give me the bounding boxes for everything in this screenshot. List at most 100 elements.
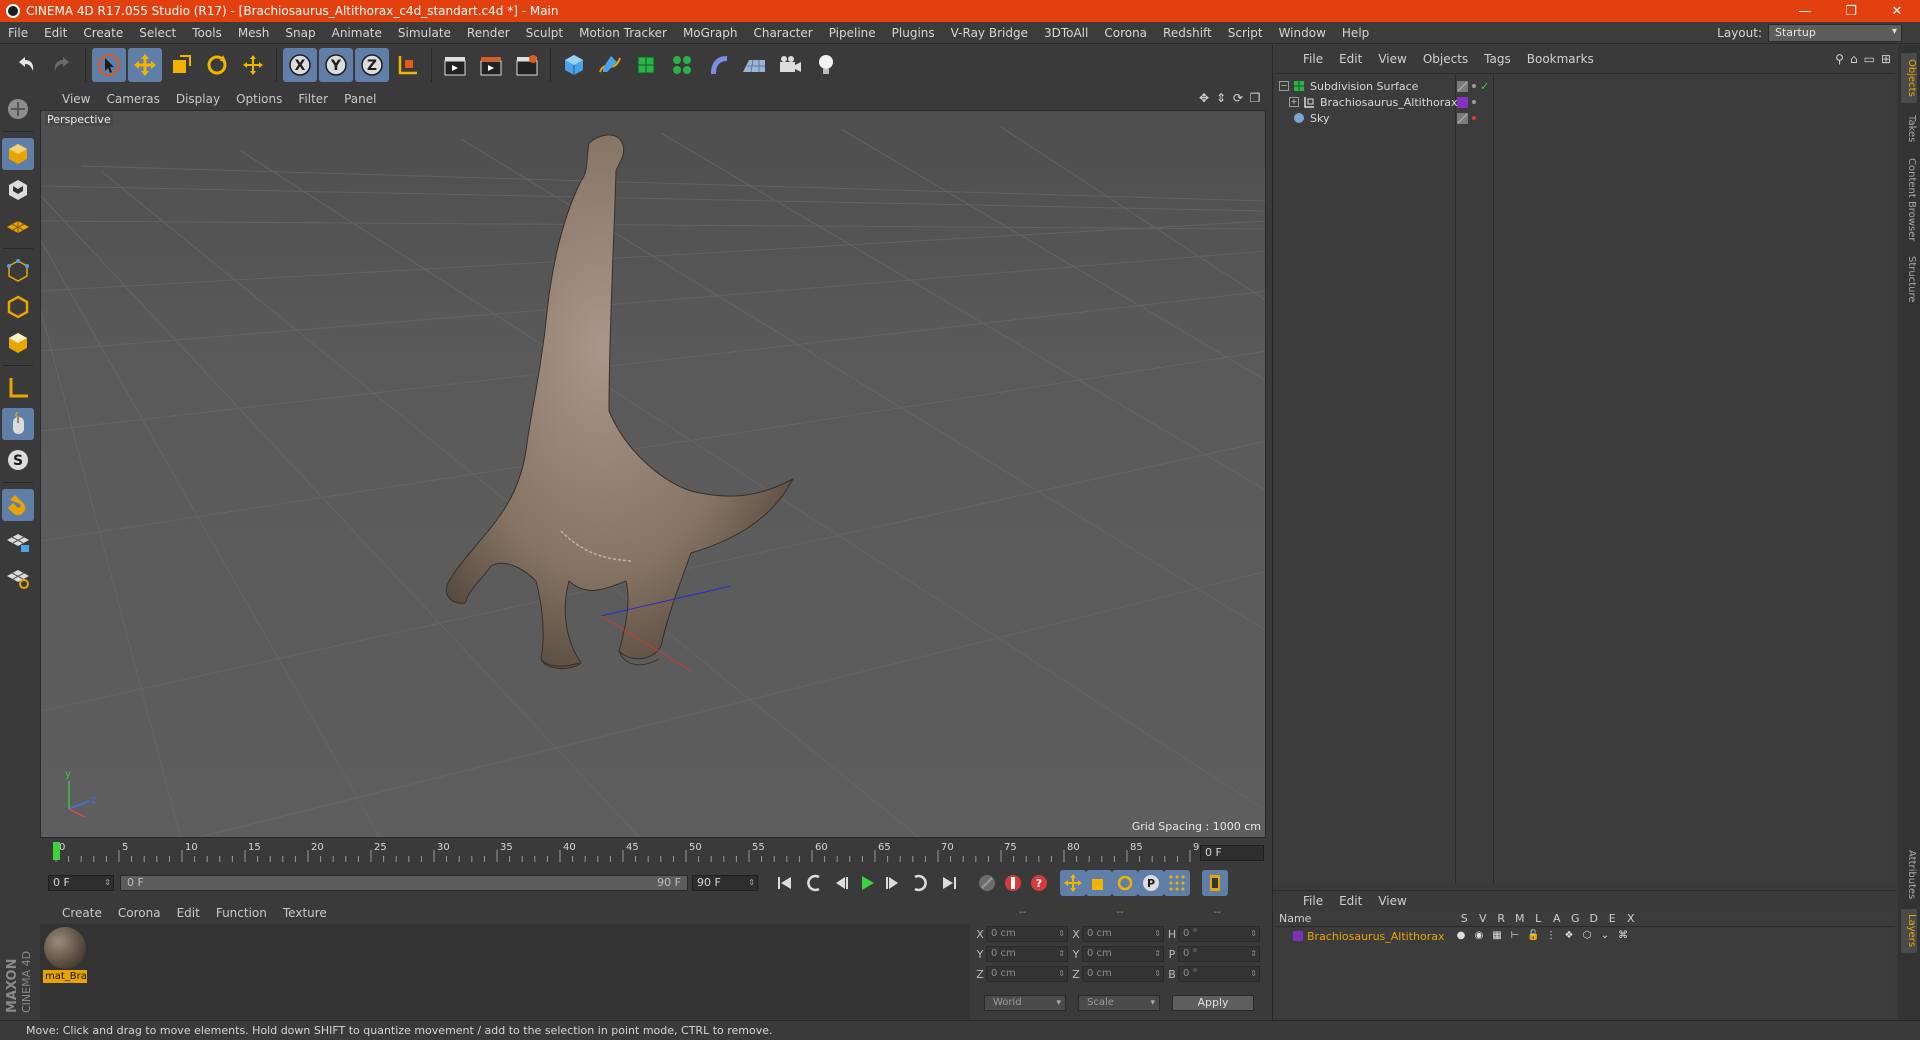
solo-dot-icon[interactable]: ● (1455, 930, 1467, 942)
coordinate-space-select[interactable]: World (984, 995, 1066, 1011)
menu-simulate[interactable]: Simulate (390, 26, 459, 40)
rotation-p-field[interactable]: 0 ° (1178, 946, 1260, 962)
tab-layers[interactable]: Layers (1901, 909, 1917, 953)
menu-window[interactable]: Window (1271, 26, 1334, 40)
undo-button[interactable] (9, 48, 43, 82)
generator-icon[interactable]: ❖ (1563, 930, 1575, 942)
position-z-field[interactable]: 0 cm (986, 966, 1068, 982)
key-position-button[interactable] (1060, 870, 1086, 896)
live-selection-button[interactable] (92, 48, 126, 82)
add-light-button[interactable] (809, 48, 843, 82)
menu-edit[interactable]: Edit (36, 26, 75, 40)
x-axis-lock-button[interactable]: X (283, 48, 317, 82)
layer-color-swatch[interactable] (1293, 931, 1303, 941)
menu-character[interactable]: Character (745, 26, 820, 40)
move-tool-button[interactable] (128, 48, 162, 82)
points-mode-button[interactable] (2, 255, 34, 287)
menu-redshift[interactable]: Redshift (1155, 26, 1220, 40)
rotate-view-icon[interactable]: ⟳ (1231, 91, 1245, 105)
menu-motion-tracker[interactable]: Motion Tracker (571, 26, 675, 40)
menu-select[interactable]: Select (131, 26, 184, 40)
expression-icon[interactable]: ⌄ (1599, 930, 1611, 942)
visibility-dots-icon[interactable] (1472, 116, 1476, 120)
visibility-dots-icon[interactable] (1472, 100, 1476, 104)
object-row[interactable]: + Brachiosaurus_Altithorax (1275, 94, 1895, 110)
playhead[interactable] (53, 842, 60, 860)
redo-button[interactable] (45, 48, 79, 82)
texture-mode-button[interactable] (2, 174, 34, 206)
home-icon[interactable]: ⌂ (1850, 52, 1858, 66)
lm-menu-view[interactable]: View (1370, 894, 1414, 908)
menu-sculpt[interactable]: Sculpt (518, 26, 571, 40)
tweak-mode-button[interactable] (2, 408, 34, 440)
add-spline-button[interactable] (593, 48, 627, 82)
preview-range-slider[interactable]: 0 F 90 F (120, 875, 688, 891)
timeline[interactable]: 051015202530354045505560657075808590 0 F (40, 840, 1266, 864)
xref-icon[interactable]: ⌘ (1617, 930, 1629, 942)
key-rotation-button[interactable] (1112, 870, 1138, 896)
tab-takes[interactable]: Takes (1901, 109, 1917, 149)
recent-tool-button[interactable] (236, 48, 270, 82)
om-menu-edit[interactable]: Edit (1331, 52, 1370, 66)
timeline-window-button[interactable] (1202, 870, 1228, 896)
om-menu-objects[interactable]: Objects (1415, 52, 1476, 66)
menu-render[interactable]: Render (459, 26, 518, 40)
goto-start-button[interactable] (772, 870, 798, 896)
menu-vray-bridge[interactable]: V-Ray Bridge (943, 26, 1036, 40)
minimize-panel-icon[interactable]: ▭ (1864, 52, 1875, 66)
menu-plugins[interactable]: Plugins (884, 26, 943, 40)
layer-row[interactable]: Brachiosaurus_Altithorax ● ◉ ▦ ⊢ 🔓 ⋮ ❖ ⬡… (1275, 928, 1895, 944)
material-menu-corona[interactable]: Corona (110, 906, 169, 920)
menu-tools[interactable]: Tools (184, 26, 230, 40)
visibility-dots-icon[interactable] (1472, 84, 1476, 88)
position-y-field[interactable]: 0 cm (986, 946, 1068, 962)
render-settings-button[interactable] (510, 48, 544, 82)
workplane-mode-button[interactable] (2, 210, 34, 242)
autokey-button[interactable]: ? (1026, 870, 1052, 896)
magnet-button[interactable] (2, 489, 34, 521)
om-menu-file[interactable]: File (1295, 52, 1331, 66)
axis-mode-button[interactable] (2, 372, 34, 404)
menu-corona[interactable]: Corona (1096, 26, 1155, 40)
current-frame-field[interactable]: 0 F (1200, 845, 1264, 861)
om-menu-view[interactable]: View (1370, 52, 1414, 66)
tab-content-browser[interactable]: Content Browser (1901, 155, 1917, 245)
end-frame-field[interactable]: 90 F (692, 875, 758, 891)
add-mograph-button[interactable] (665, 48, 699, 82)
tab-attributes[interactable]: Attributes (1901, 845, 1917, 905)
object-row[interactable]: Sky (1275, 110, 1895, 126)
add-environment-button[interactable] (737, 48, 771, 82)
material-menu-create[interactable]: Create (54, 906, 110, 920)
z-axis-lock-button[interactable]: Z (355, 48, 389, 82)
add-generator-button[interactable] (629, 48, 663, 82)
polygons-mode-button[interactable] (2, 327, 34, 359)
rotate-tool-button[interactable] (200, 48, 234, 82)
snap-button[interactable]: S (2, 444, 34, 476)
material-menu-texture[interactable]: Texture (275, 906, 335, 920)
menu-file[interactable]: File (0, 26, 36, 40)
restore-button[interactable]: ❐ (1828, 0, 1874, 22)
add-cube-button[interactable] (557, 48, 591, 82)
scale-tool-button[interactable] (164, 48, 198, 82)
viewport-menu-cameras[interactable]: Cameras (98, 92, 167, 106)
key-scale-button[interactable] (1086, 870, 1112, 896)
enabled-check-icon[interactable]: ✓ (1480, 80, 1489, 93)
y-axis-lock-button[interactable]: Y (319, 48, 353, 82)
minimize-button[interactable]: — (1782, 0, 1828, 22)
tab-structure[interactable]: Structure (1901, 251, 1917, 307)
viewport-menu-display[interactable]: Display (168, 92, 228, 106)
edges-mode-button[interactable] (2, 291, 34, 323)
eye-icon[interactable]: ◉ (1473, 930, 1485, 942)
menu-pipeline[interactable]: Pipeline (821, 26, 884, 40)
size-mode-select[interactable]: Scale (1078, 995, 1160, 1011)
render-film-icon[interactable]: ▦ (1491, 930, 1503, 942)
size-z-field[interactable]: 0 cm (1082, 966, 1164, 982)
dolly-view-icon[interactable]: ⇕ (1214, 91, 1228, 105)
layout-select[interactable]: Startup (1768, 24, 1902, 42)
size-y-field[interactable]: 0 cm (1082, 946, 1164, 962)
prev-key-button[interactable] (802, 870, 828, 896)
search-icon[interactable]: ⚲ (1835, 52, 1844, 66)
viewport-menu-panel[interactable]: Panel (336, 92, 384, 106)
maximize-panel-icon[interactable]: ⊞ (1881, 52, 1891, 66)
record-active-button[interactable] (1000, 870, 1026, 896)
